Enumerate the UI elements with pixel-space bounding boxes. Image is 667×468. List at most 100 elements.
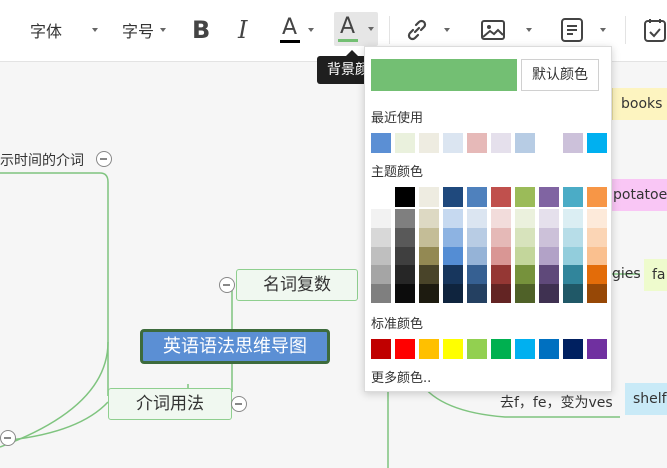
theme-shade-swatch[interactable] — [419, 284, 439, 303]
link-button[interactable] — [404, 12, 450, 48]
theme-shade-swatch[interactable] — [587, 209, 607, 228]
standard-color-swatch[interactable] — [539, 339, 559, 359]
standard-color-swatch[interactable] — [419, 339, 439, 359]
collapse-toggle[interactable] — [231, 396, 247, 412]
theme-shade-swatch[interactable] — [539, 246, 559, 266]
theme-shade-swatch[interactable] — [515, 265, 535, 285]
theme-shade-swatch[interactable] — [443, 246, 463, 266]
theme-shade-swatch[interactable] — [371, 209, 391, 228]
theme-shade-swatch[interactable] — [467, 284, 487, 303]
collapse-toggle[interactable] — [96, 151, 112, 167]
standard-color-swatch[interactable] — [563, 339, 583, 359]
theme-shade-swatch[interactable] — [491, 227, 511, 247]
theme-color-swatch[interactable] — [587, 187, 607, 207]
theme-shade-swatch[interactable] — [587, 284, 607, 303]
theme-shade-swatch[interactable] — [395, 209, 415, 228]
standard-color-swatch[interactable] — [371, 339, 391, 359]
theme-color-swatch[interactable] — [539, 187, 559, 207]
theme-shade-swatch[interactable] — [467, 265, 487, 285]
theme-shade-swatch[interactable] — [587, 227, 607, 247]
theme-shade-swatch[interactable] — [443, 227, 463, 247]
theme-shade-swatch[interactable] — [419, 246, 439, 266]
default-color-button[interactable]: 默认颜色 — [521, 59, 599, 91]
theme-shade-swatch[interactable] — [491, 246, 511, 266]
root-node[interactable]: 英语语法思维导图 — [140, 329, 330, 364]
theme-shade-swatch[interactable] — [395, 284, 415, 303]
theme-shade-swatch[interactable] — [371, 265, 391, 285]
theme-shade-swatch[interactable] — [539, 284, 559, 303]
recent-color-swatch[interactable] — [419, 133, 439, 153]
theme-shade-swatch[interactable] — [419, 227, 439, 247]
theme-shade-swatch[interactable] — [563, 284, 583, 303]
theme-shade-swatch[interactable] — [371, 227, 391, 247]
theme-color-swatch[interactable] — [491, 187, 511, 207]
theme-shade-swatch[interactable] — [515, 246, 535, 266]
theme-shade-swatch[interactable] — [563, 209, 583, 228]
node-preposition-usage[interactable]: 介词用法 — [108, 388, 232, 420]
branch-time-prepositions[interactable]: 示时间的介词 — [0, 150, 84, 170]
theme-shade-swatch[interactable] — [371, 246, 391, 266]
theme-color-swatch[interactable] — [563, 187, 583, 207]
font-family-select[interactable]: 字体 — [30, 12, 99, 48]
theme-shade-swatch[interactable] — [467, 227, 487, 247]
recent-color-swatch[interactable] — [395, 133, 415, 153]
recent-color-swatch[interactable] — [371, 133, 391, 153]
theme-shade-swatch[interactable] — [443, 209, 463, 228]
recent-color-swatch[interactable] — [491, 133, 511, 153]
theme-shade-swatch[interactable] — [467, 246, 487, 266]
theme-color-swatch[interactable] — [371, 187, 391, 207]
theme-shade-swatch[interactable] — [539, 265, 559, 285]
leaf-fa[interactable]: fa — [644, 259, 667, 291]
theme-shade-swatch[interactable] — [515, 227, 535, 247]
bold-button[interactable]: B — [192, 12, 210, 48]
theme-shade-swatch[interactable] — [443, 284, 463, 303]
recent-color-swatch[interactable] — [563, 133, 583, 153]
leaf-rule-fe-to-ves[interactable]: 去f，fe，变为ves — [500, 392, 613, 412]
standard-color-swatch[interactable] — [587, 339, 607, 359]
theme-color-swatch[interactable] — [467, 187, 487, 207]
recent-color-swatch[interactable] — [587, 133, 607, 153]
italic-button[interactable]: I — [238, 12, 247, 48]
current-color-preview[interactable] — [371, 59, 517, 91]
node-noun-plural[interactable]: 名词复数 — [236, 269, 358, 301]
theme-color-swatch[interactable] — [515, 187, 535, 207]
recent-color-swatch[interactable] — [443, 133, 463, 153]
leaf-shelf[interactable]: shelf — [625, 383, 667, 415]
theme-shade-swatch[interactable] — [563, 227, 583, 247]
theme-shade-swatch[interactable] — [515, 209, 535, 228]
standard-color-swatch[interactable] — [515, 339, 535, 359]
standard-color-swatch[interactable] — [443, 339, 463, 359]
theme-shade-swatch[interactable] — [371, 284, 391, 303]
font-size-select[interactable]: 字号 — [122, 12, 167, 48]
theme-shade-swatch[interactable] — [419, 209, 439, 228]
theme-shade-swatch[interactable] — [419, 265, 439, 285]
more-colors-link[interactable]: 更多颜色.. — [371, 367, 431, 386]
theme-color-swatch[interactable] — [443, 187, 463, 207]
theme-color-swatch[interactable] — [419, 187, 439, 207]
theme-shade-swatch[interactable] — [491, 265, 511, 285]
note-button[interactable] — [560, 12, 606, 48]
collapse-toggle[interactable] — [0, 430, 16, 446]
font-color-button[interactable]: A — [280, 12, 314, 48]
recent-color-swatch[interactable] — [467, 133, 487, 153]
leaf-potatoes[interactable]: potatoes — [605, 179, 667, 211]
theme-shade-swatch[interactable] — [395, 246, 415, 266]
theme-shade-swatch[interactable] — [395, 265, 415, 285]
standard-color-swatch[interactable] — [491, 339, 511, 359]
recent-color-swatch[interactable] — [539, 133, 559, 153]
task-button[interactable] — [643, 12, 667, 48]
theme-shade-swatch[interactable] — [539, 227, 559, 247]
theme-shade-swatch[interactable] — [467, 209, 487, 228]
theme-shade-swatch[interactable] — [491, 284, 511, 303]
leaf-gies[interactable]: gies — [612, 266, 641, 282]
standard-color-swatch[interactable] — [395, 339, 415, 359]
theme-shade-swatch[interactable] — [395, 227, 415, 247]
theme-shade-swatch[interactable] — [443, 265, 463, 285]
standard-color-swatch[interactable] — [467, 339, 487, 359]
theme-shade-swatch[interactable] — [539, 209, 559, 228]
image-button[interactable] — [480, 12, 532, 48]
theme-shade-swatch[interactable] — [563, 246, 583, 266]
theme-shade-swatch[interactable] — [587, 265, 607, 285]
recent-color-swatch[interactable] — [515, 133, 535, 153]
background-color-button[interactable]: A — [334, 12, 378, 46]
